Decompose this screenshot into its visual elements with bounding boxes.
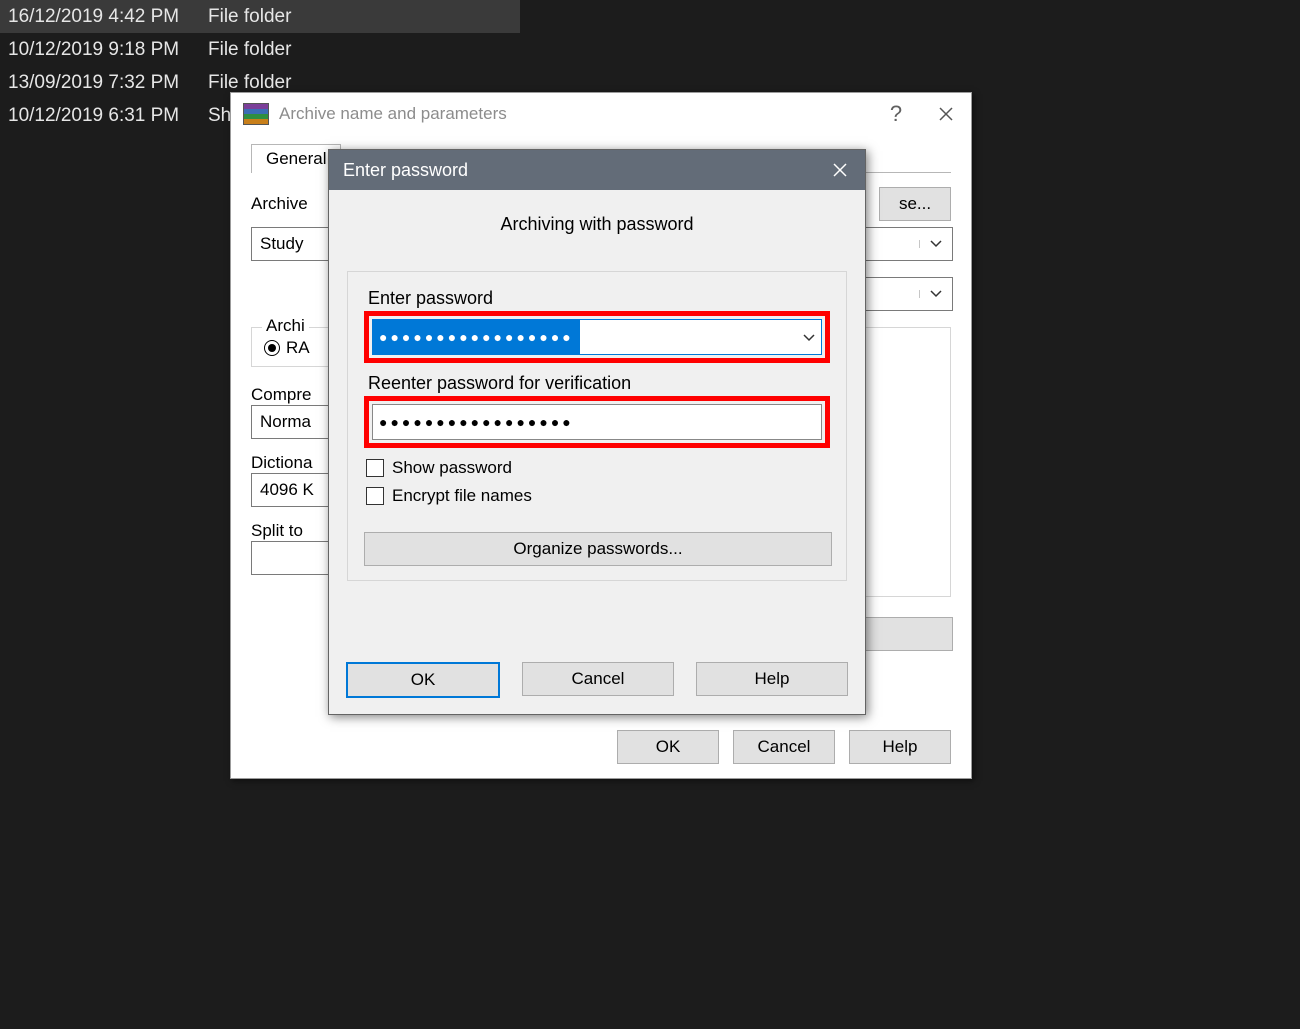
show-password-checkbox[interactable]: Show password xyxy=(366,458,830,478)
password-help-button[interactable]: Help xyxy=(696,662,848,696)
archive-titlebar[interactable]: Archive name and parameters ? xyxy=(231,93,971,135)
file-row[interactable]: 10/12/2019 9:18 PM File folder xyxy=(0,33,520,66)
password-input[interactable]: ●●●●●●●●●●●●●●●●● xyxy=(372,319,822,355)
password-title: Enter password xyxy=(343,160,468,181)
file-row[interactable]: 16/12/2019 4:42 PM File folder xyxy=(0,0,520,33)
reenter-password-value: ●●●●●●●●●●●●●●●●● xyxy=(379,414,574,430)
archive-help-button[interactable]: Help xyxy=(849,730,951,764)
archive-title: Archive name and parameters xyxy=(279,104,871,124)
file-date: 13/09/2019 7:32 PM xyxy=(0,72,208,94)
file-type: File folder xyxy=(208,6,408,28)
file-date: 10/12/2019 6:31 PM xyxy=(0,105,208,127)
password-subtitle: Archiving with password xyxy=(347,214,847,235)
enter-password-dialog: Enter password Archiving with password E… xyxy=(328,149,866,715)
password-titlebar[interactable]: Enter password xyxy=(329,150,865,190)
checkbox-icon xyxy=(366,459,384,477)
password-panel: Enter password ●●●●●●●●●●●●●●●●● Reenter… xyxy=(347,271,847,581)
encrypt-filenames-checkbox[interactable]: Encrypt file names xyxy=(366,486,830,506)
archive-name-label: Archive xyxy=(251,194,308,214)
reenter-password-input[interactable]: ●●●●●●●●●●●●●●●●● xyxy=(372,404,822,440)
close-icon[interactable] xyxy=(921,107,971,121)
chevron-down-icon[interactable] xyxy=(803,326,815,348)
radio-dot-icon xyxy=(264,340,280,356)
reenter-password-label: Reenter password for verification xyxy=(368,373,830,394)
highlight-box: ●●●●●●●●●●●●●●●●● xyxy=(364,396,830,448)
file-date: 10/12/2019 9:18 PM xyxy=(0,39,208,61)
chevron-down-icon[interactable] xyxy=(919,290,952,298)
help-icon[interactable]: ? xyxy=(871,101,921,127)
archive-ok-button[interactable]: OK xyxy=(617,730,719,764)
password-ok-button[interactable]: OK xyxy=(346,662,500,698)
file-date: 16/12/2019 4:42 PM xyxy=(0,6,208,28)
close-icon[interactable] xyxy=(815,150,865,190)
file-type: File folder xyxy=(208,39,408,61)
archive-dialog-buttons: OK Cancel Help xyxy=(231,730,971,764)
password-value: ●●●●●●●●●●●●●●●●● xyxy=(373,320,580,354)
winrar-icon xyxy=(243,103,269,125)
chevron-down-icon[interactable] xyxy=(919,240,952,248)
organize-passwords-button[interactable]: Organize passwords... xyxy=(364,532,832,566)
browse-button[interactable]: se... xyxy=(879,187,951,221)
checkbox-icon xyxy=(366,487,384,505)
archive-cancel-button[interactable]: Cancel xyxy=(733,730,835,764)
highlight-box: ●●●●●●●●●●●●●●●●● xyxy=(364,311,830,363)
password-cancel-button[interactable]: Cancel xyxy=(522,662,674,696)
enter-password-label: Enter password xyxy=(368,288,830,309)
password-dialog-buttons: OK Cancel Help xyxy=(329,662,865,698)
file-type: File folder xyxy=(208,72,408,94)
